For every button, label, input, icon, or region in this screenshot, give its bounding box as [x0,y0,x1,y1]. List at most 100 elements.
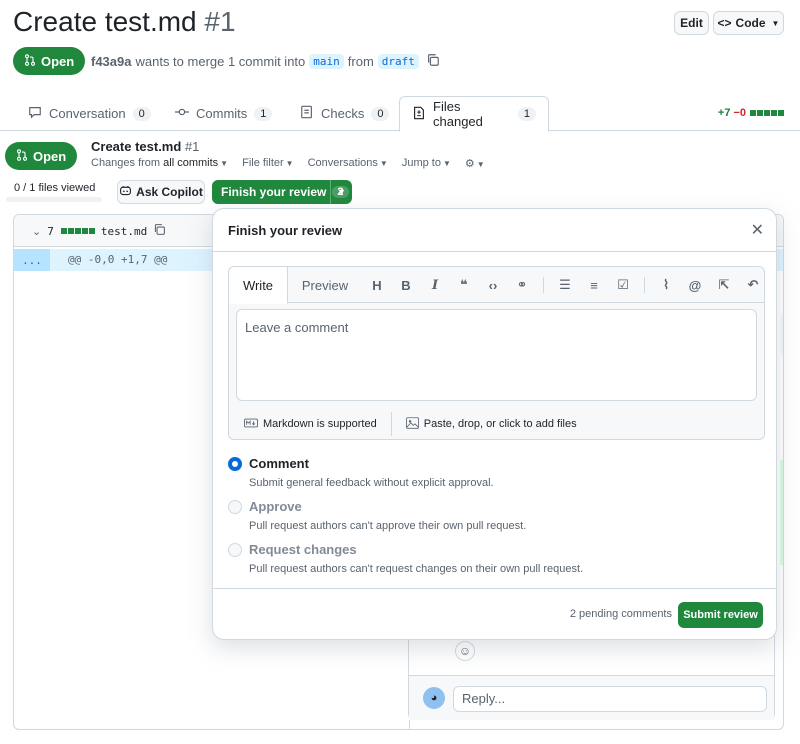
attach-files-button[interactable]: Paste, drop, or click to add files [405,416,577,432]
cross-reference-icon[interactable]: ⇱ [716,277,732,293]
merge-text: wants to merge 1 commit into [135,54,306,69]
option-label: Approve [249,499,302,514]
unordered-list-icon[interactable]: ≡ [586,278,602,293]
hunk-range: @@ -0,0 +1,7 @@ [68,253,168,266]
option-label: Request changes [249,542,357,557]
close-icon[interactable]: ✕ [751,220,764,240]
copy-icon[interactable] [153,223,166,239]
gear-icon: ⚙ [464,158,475,170]
chevron-down-icon: ▼ [442,159,451,168]
review-comment-thread: ☺ ◕ Reply... [408,630,775,720]
scroll-track [780,315,783,355]
quote-icon[interactable]: ❝ [456,277,472,293]
diffstat: +7 −0 [718,107,784,119]
tab-conversation[interactable]: Conversation 0 [16,96,163,131]
file-line-count: 7 [47,224,54,238]
tab-checks[interactable]: Checks 0 [288,96,401,131]
copilot-icon [119,184,132,200]
markdown-link[interactable]: Markdown is supported [244,418,377,431]
file-name[interactable]: test.md [101,225,147,238]
diff-settings-button[interactable]: ⚙ ▼ [465,157,485,170]
finish-review-button[interactable]: Finish your review 2 ▼ [212,180,352,204]
reply-icon[interactable]: ↶ [745,277,761,293]
heading-icon[interactable]: H [369,278,385,293]
chevron-down-icon[interactable]: ▼ [330,180,352,204]
files-viewed-text: 0 / 1 files viewed [14,182,96,194]
task-list-icon[interactable]: ☑ [615,277,631,293]
base-branch[interactable]: main [309,54,344,69]
code-icon[interactable]: ‹› [485,278,501,293]
ordered-list-icon[interactable]: ☰ [557,277,573,293]
jump-to-dropdown[interactable]: Jump to ▼ [402,157,451,170]
chevron-down-icon: ▼ [476,160,485,169]
tab-commits[interactable]: Commits 1 [163,96,284,131]
preview-tab[interactable]: Preview [291,267,359,303]
file-filter-dropdown[interactable]: File filter ▼ [242,157,293,170]
reply-input[interactable]: Reply... [453,686,767,712]
comment-editor: Write Preview H B I ❝ ‹› ⚭ ☰ ≡ ☑ ⌇ @ ⇱ ↶… [228,266,765,440]
tab-counter: 1 [254,106,273,121]
chevron-down-icon: ▼ [220,159,229,168]
page-title: Create test.md #1 [13,6,236,38]
pull-request-icon [24,53,36,69]
write-tab[interactable]: Write [229,267,288,304]
approve-radio [228,500,242,514]
finish-review-dialog: Finish your review ✕ Write Preview H B I… [212,208,777,640]
merge-summary: f43a9a wants to merge 1 commit into main… [91,53,440,70]
link-icon[interactable]: ⚭ [514,277,530,293]
comment-textarea[interactable]: Leave a comment [236,309,757,401]
pr-title-text: Create test.md [13,6,197,37]
sticky-pr-title: Create test.md #1 [91,139,199,154]
submit-review-button[interactable]: Submit review [678,602,763,628]
editor-tabs: Write Preview H B I ❝ ‹› ⚭ ☰ ≡ ☑ ⌇ @ ⇱ ↶ [229,267,764,304]
option-description: Pull request authors can't approve their… [249,520,527,532]
image-icon [405,416,419,432]
changes-from-dropdown[interactable]: Changes from all commits ▼ [91,157,228,170]
ask-copilot-button[interactable]: Ask Copilot [117,180,205,204]
tab-files-changed[interactable]: Files changed 1 [399,96,549,132]
from-text: from [347,54,374,69]
dialog-header: Finish your review ✕ [213,209,776,252]
comment-radio[interactable] [228,457,242,471]
chevron-down-icon: ▼ [771,18,780,28]
edit-button[interactable]: Edit [674,11,709,35]
pull-request-icon [16,148,28,164]
option-description: Pull request authors can't request chang… [249,563,584,575]
pr-state-label: Open [33,148,67,164]
reply-area: ◕ Reply... [409,675,774,720]
head-branch[interactable]: draft [377,54,419,69]
tab-counter: 0 [371,106,390,121]
attach-note: Paste, drop, or click to add files [423,418,577,430]
editor-footer: Markdown is supported Paste, drop, or cl… [229,408,764,440]
dialog-footer: 2 pending comments Submit review [213,588,776,640]
diffstat-bar [749,107,784,119]
expand-button[interactable]: ... [14,249,50,271]
code-button[interactable]: <> Code ▼ [713,11,784,35]
sticky-title-text: Create test.md [91,139,182,154]
markdown-icon [244,418,258,431]
copy-icon[interactable] [426,53,440,70]
pr-state-badge: Open [13,47,86,75]
toolbar-divider [543,277,544,293]
commit-icon [175,105,189,122]
pr-author[interactable]: f43a9a [91,54,131,69]
italic-icon[interactable]: I [427,278,443,293]
checklist-icon [300,105,314,122]
sticky-state-badge: Open [5,142,78,170]
toolbar-divider [644,277,645,293]
chevron-down-icon: ▼ [285,159,294,168]
added-lines-gutter [780,460,783,565]
mention-icon[interactable]: @ [687,278,703,293]
code-button-label: Code [735,16,766,30]
markdown-note: Markdown is supported [263,418,377,430]
file-diff-icon [412,106,426,123]
changes-prefix: Changes from [91,157,161,169]
pr-tabs: Conversation 0 Commits 1 Checks 0 Files … [0,96,800,132]
conversations-dropdown[interactable]: Conversations ▼ [308,157,388,170]
paperclip-icon[interactable]: ⌇ [658,277,674,293]
collapse-chevron-icon[interactable]: ⌄ [32,225,41,238]
smiley-icon[interactable]: ☺ [455,641,475,661]
files-viewed-progress [6,197,102,202]
bold-icon[interactable]: B [398,278,414,293]
code-icon: <> [717,16,732,30]
